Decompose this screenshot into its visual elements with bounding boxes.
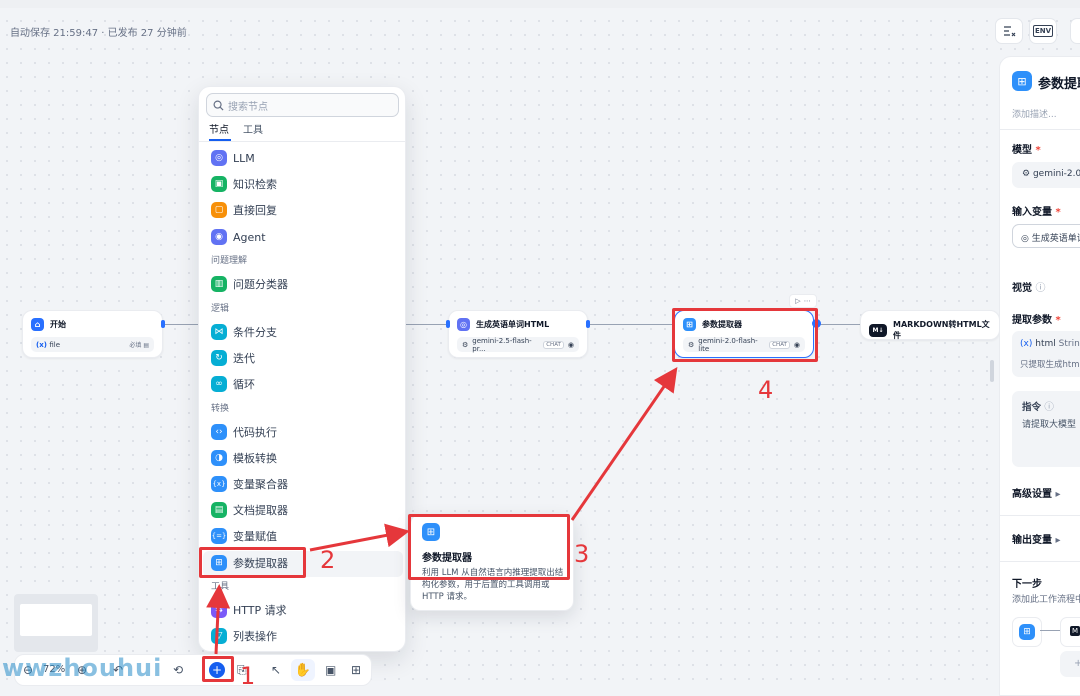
annotation-number-2: 2 — [320, 546, 336, 574]
annotation-number-1: 1 — [240, 662, 256, 690]
arrow-3 — [570, 367, 678, 521]
annotation-arrows — [206, 367, 678, 655]
arrow-1 — [206, 584, 231, 655]
watermark: wwzhouhui — [2, 654, 163, 682]
annotation-number-4: 4 — [758, 376, 774, 404]
annotation-number-3: 3 — [574, 540, 590, 568]
